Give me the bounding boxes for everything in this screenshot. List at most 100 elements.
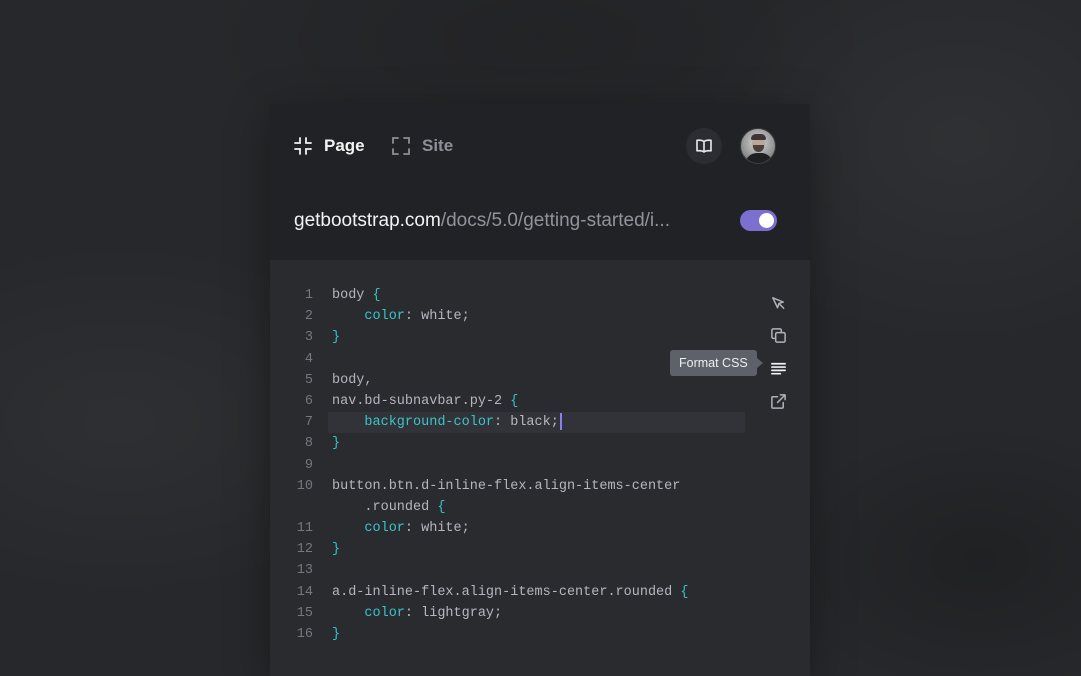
code-line[interactable]: 2 color: white; xyxy=(270,306,750,327)
line-number: 3 xyxy=(304,330,313,346)
code-line[interactable]: 15 color: lightgray; xyxy=(270,603,750,624)
code-token: body, xyxy=(332,372,373,388)
line-text: nav.bd-subnavbar.py-2 { xyxy=(332,391,518,412)
line-number: 10 xyxy=(296,478,313,494)
code-line[interactable]: 14 a.d-inline-flex.align-items-center.rou… xyxy=(270,582,750,603)
panel-header: Page Site getbootstrap.com/docs/5.0/gett… xyxy=(270,104,810,260)
code-token: } xyxy=(332,436,341,452)
line-number: 6 xyxy=(304,393,313,409)
line-text: } xyxy=(332,327,340,348)
format-css-tooltip: Format CSS xyxy=(670,350,763,376)
user-avatar[interactable] xyxy=(740,128,776,164)
line-text: background-color: black; xyxy=(332,412,562,433)
line-number: 5 xyxy=(304,372,313,388)
code-token: } xyxy=(332,330,341,346)
collapse-icon xyxy=(294,137,312,155)
line-number: 9 xyxy=(304,457,313,473)
select-element-icon xyxy=(771,296,784,309)
code-token: a.d-inline-flex.align-items-center.round… xyxy=(332,584,681,600)
code-token: color xyxy=(364,521,405,537)
code-line[interactable]: 3} xyxy=(270,327,750,348)
open-external-button[interactable] xyxy=(766,389,790,413)
line-text: color: white; xyxy=(332,518,470,539)
code-token: ; xyxy=(461,309,470,325)
code-token: body xyxy=(332,288,373,303)
code-token: } xyxy=(332,542,341,558)
line-number: 15 xyxy=(296,605,313,621)
line-number: 11 xyxy=(296,521,313,537)
enable-toggle[interactable] xyxy=(740,210,777,231)
code-token: background-color xyxy=(364,415,495,431)
code-token: : xyxy=(404,309,422,325)
code-token: white xyxy=(421,521,462,537)
copy-button[interactable] xyxy=(766,323,790,347)
code-token: } xyxy=(332,627,341,642)
code-token: ; xyxy=(494,605,503,621)
code-token: nav.bd-subnavbar.py-2 xyxy=(332,393,511,409)
code-line[interactable]: .rounded { xyxy=(270,497,750,518)
tab-site-label: Site xyxy=(422,136,454,155)
docs-button[interactable] xyxy=(686,128,722,164)
line-number: 16 xyxy=(296,627,313,642)
line-text: body { xyxy=(332,285,381,306)
text-caret xyxy=(559,413,562,431)
tab-site[interactable]: Site xyxy=(392,134,453,158)
code-token: .rounded xyxy=(332,499,438,515)
code-line[interactable]: 16} xyxy=(270,624,750,645)
line-text: a.d-inline-flex.align-items-center.round… xyxy=(332,582,688,603)
line-number: 12 xyxy=(296,542,313,558)
copy-icon xyxy=(770,327,786,343)
line-number: 4 xyxy=(304,351,313,367)
code-token: ; xyxy=(461,521,470,537)
code-token: color xyxy=(364,309,405,325)
line-number: 1 xyxy=(304,288,313,303)
url-path: /docs/5.0/getting-started/i... xyxy=(440,210,670,231)
external-link-icon xyxy=(770,393,786,409)
format-icon xyxy=(770,362,786,375)
select-element-button[interactable] xyxy=(766,291,790,315)
code-line[interactable]: 9 xyxy=(270,455,750,476)
code-line[interactable]: 7 background-color: black; xyxy=(270,412,750,434)
line-text: .rounded { xyxy=(332,497,445,518)
code-token: lightgray xyxy=(421,605,495,621)
line-text: } xyxy=(332,539,340,560)
code-token: : xyxy=(404,605,422,621)
code-line[interactable]: 10 button.btn.d-inline-flex.align-items-c… xyxy=(270,476,750,497)
code-token: ; xyxy=(550,415,559,431)
code-lines[interactable]: 1 body {2 color: white; 3} 4 5 body, 6 nav.bd-s… xyxy=(270,285,750,645)
toggle-knob xyxy=(759,213,774,228)
code-token: { xyxy=(680,584,689,600)
tab-page[interactable]: Page xyxy=(294,134,365,158)
page-url: getbootstrap.com/docs/5.0/getting-starte… xyxy=(294,208,732,234)
code-token: color xyxy=(364,605,405,621)
line-text: button.btn.d-inline-flex.align-items-cen… xyxy=(332,476,680,497)
line-number: 13 xyxy=(296,563,313,579)
line-text: } xyxy=(332,624,340,645)
line-text: body, xyxy=(332,370,373,391)
code-token: { xyxy=(372,288,381,303)
code-line[interactable]: 13 xyxy=(270,560,750,581)
code-token: button.btn.d-inline-flex.align-items-cen… xyxy=(332,478,681,494)
code-token: : xyxy=(494,415,511,431)
code-line[interactable]: 12} xyxy=(270,539,750,560)
expand-icon xyxy=(392,137,410,155)
code-editor[interactable]: 1 body {2 color: white; 3} 4 5 body, 6 nav.bd-s… xyxy=(270,260,810,676)
code-line[interactable]: 8} xyxy=(270,433,750,454)
code-token: black xyxy=(510,415,551,431)
code-token: { xyxy=(510,393,519,409)
code-line[interactable]: 6 nav.bd-subnavbar.py-2 { xyxy=(270,391,750,412)
line-number: 7 xyxy=(304,415,313,431)
url-domain: getbootstrap.com xyxy=(294,210,441,231)
line-number: 14 xyxy=(296,584,313,600)
tab-page-label: Page xyxy=(324,136,365,155)
code-token: white xyxy=(421,309,462,325)
code-token: { xyxy=(437,499,446,515)
css-editor-panel: Page Site getbootstrap.com/docs/5.0/gett… xyxy=(270,104,810,676)
code-line[interactable]: 11 color: white; xyxy=(270,518,750,539)
code-line[interactable]: 1 body { xyxy=(270,285,750,306)
line-number: 2 xyxy=(304,309,313,325)
format-css-button[interactable] xyxy=(766,356,790,380)
